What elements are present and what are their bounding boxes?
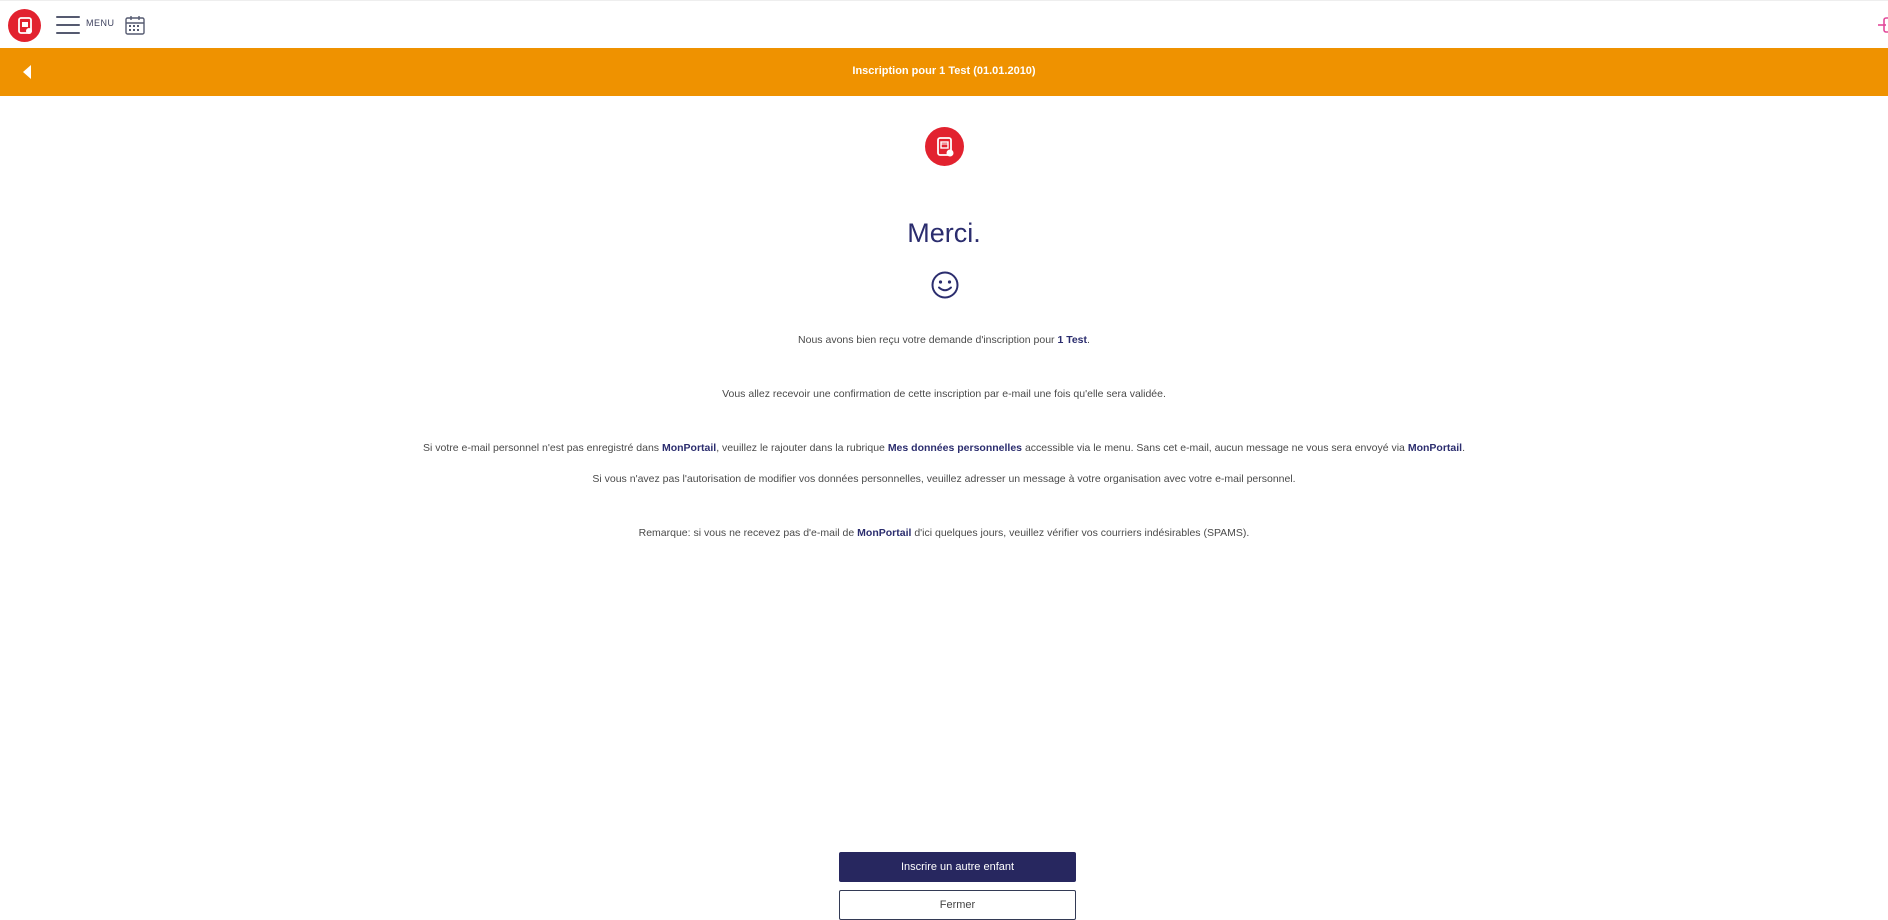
confirmation-message: Nous avons bien reçu votre demande d'ins… bbox=[798, 334, 1090, 346]
tablet-touch-icon bbox=[925, 127, 964, 166]
page-title: Inscription pour 1 Test (01.01.2010) bbox=[852, 65, 1036, 77]
top-navigation-bar: MENU bbox=[0, 0, 1888, 48]
authorization-notice: Si vous n'avez pas l'autorisation de mod… bbox=[592, 473, 1296, 485]
spam-remark: Remarque: si vous ne recevez pas d'e-mai… bbox=[638, 527, 1250, 539]
thank-you-heading: Merci. bbox=[907, 218, 981, 248]
personal-email-notice: Si votre e-mail personnel n'est pas enre… bbox=[422, 442, 1465, 454]
app-logo-icon[interactable] bbox=[8, 9, 41, 42]
logout-icon[interactable] bbox=[1878, 15, 1888, 35]
menu-label[interactable]: MENU bbox=[86, 18, 115, 28]
hamburger-icon[interactable] bbox=[56, 16, 80, 34]
smiley-icon bbox=[930, 270, 960, 300]
calendar-icon[interactable] bbox=[124, 14, 146, 36]
email-confirmation-notice: Vous allez recevoir une confirmation de … bbox=[722, 388, 1166, 400]
register-another-child-button[interactable]: Inscrire un autre enfant bbox=[839, 852, 1076, 882]
page-header-bar: Inscription pour 1 Test (01.01.2010) bbox=[0, 48, 1888, 96]
